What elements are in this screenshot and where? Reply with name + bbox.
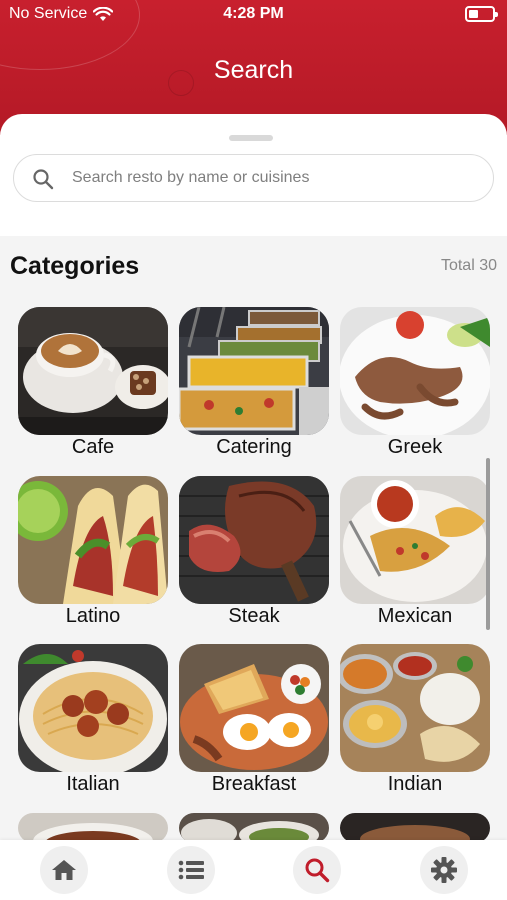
category-label: Steak — [228, 605, 280, 627]
category-image-partial — [179, 813, 329, 843]
tab-search[interactable] — [293, 846, 341, 894]
mexican-image — [340, 476, 490, 604]
category-label: Latino — [65, 605, 121, 627]
categories-heading: Categories — [10, 252, 140, 280]
scrollbar[interactable] — [486, 458, 490, 630]
gear-icon — [431, 857, 457, 883]
category-tile-steak[interactable]: Steak — [179, 476, 329, 628]
category-tile-cafe[interactable]: Cafe — [18, 307, 168, 459]
tab-list[interactable] — [167, 846, 215, 894]
home-icon — [52, 860, 76, 880]
status-bar: No Service 4:28 PM — [0, 0, 507, 30]
category-label: Indian — [387, 773, 443, 795]
category-tile-mexican[interactable]: Mexican — [340, 476, 490, 628]
tab-home[interactable] — [40, 846, 88, 894]
search-sheet — [0, 114, 507, 236]
category-tile-partial[interactable] — [340, 813, 490, 843]
greek-image — [340, 307, 490, 435]
search-icon — [33, 169, 54, 190]
category-tile-latino[interactable]: Latino — [18, 476, 168, 628]
category-label: Catering — [216, 436, 292, 458]
category-tile-indian[interactable]: Indian — [340, 644, 490, 796]
category-label: Greek — [387, 436, 443, 458]
category-image-partial — [340, 813, 490, 843]
category-label: Cafe — [71, 436, 115, 458]
latino-image — [18, 476, 168, 604]
indian-image — [340, 644, 490, 772]
category-tile-italian[interactable]: Italian — [18, 644, 168, 796]
search-icon — [305, 858, 330, 883]
breakfast-image — [179, 644, 329, 772]
drag-handle[interactable] — [229, 135, 273, 141]
category-tile-partial[interactable] — [18, 813, 168, 843]
categories-total: Total 30 — [440, 257, 497, 274]
italian-image — [18, 644, 168, 772]
status-time: 4:28 PM — [223, 5, 284, 22]
catering-image — [179, 307, 329, 435]
category-label: Italian — [66, 773, 120, 795]
tab-settings[interactable] — [420, 846, 468, 894]
cafe-image — [18, 307, 168, 435]
page-title: Search — [213, 56, 294, 84]
category-label: Breakfast — [211, 773, 297, 795]
search-bar[interactable] — [13, 154, 494, 202]
category-tile-breakfast[interactable]: Breakfast — [179, 644, 329, 796]
category-tile-partial[interactable] — [179, 813, 329, 843]
search-input[interactable] — [72, 155, 472, 201]
category-image-partial — [18, 813, 168, 843]
category-tile-catering[interactable]: Catering — [179, 307, 329, 459]
bottom-tab-bar — [0, 840, 507, 900]
list-icon — [178, 860, 204, 880]
category-tile-greek[interactable]: Greek — [340, 307, 490, 459]
battery-icon — [465, 6, 498, 22]
steak-image — [179, 476, 329, 604]
category-label: Mexican — [377, 605, 453, 627]
